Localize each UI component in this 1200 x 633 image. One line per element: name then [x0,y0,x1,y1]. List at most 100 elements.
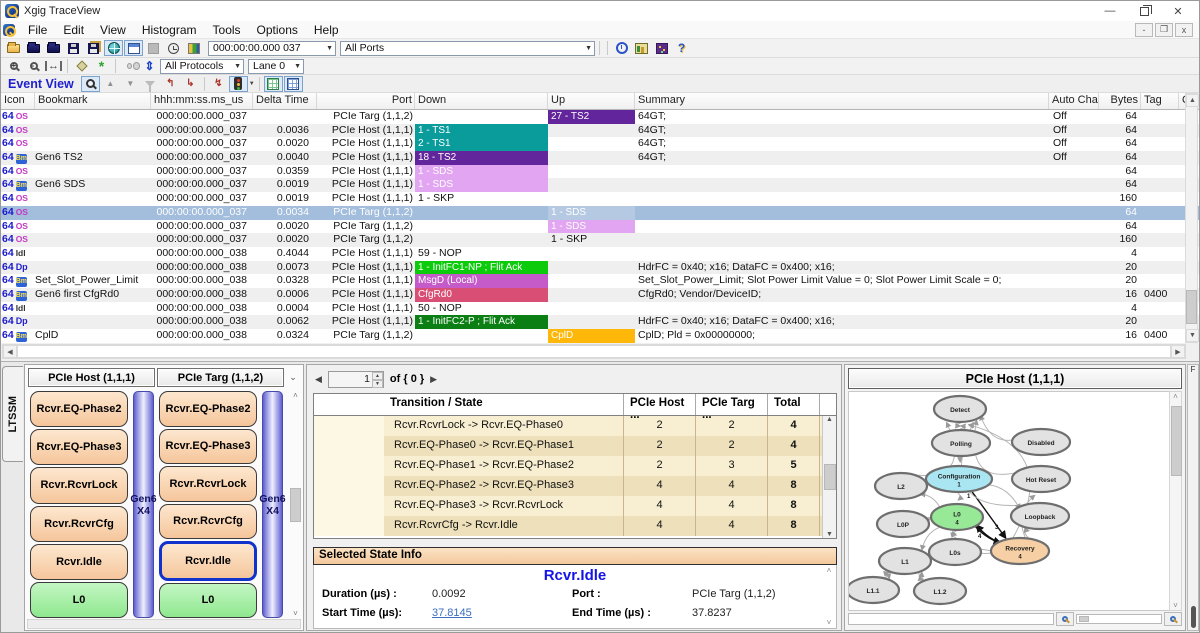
state-node-recovery[interactable]: Recovery4 [991,538,1049,564]
state-box-rcvr-rcvrcfg[interactable]: Rcvr.RcvrCfg [30,506,128,542]
table-row[interactable]: 64OS000:00:00.000_0370.0034PCIe Targ (1,… [1,206,1199,220]
sm-scroll-up-icon[interactable]: ˄ [293,391,298,400]
grid-green-button[interactable] [264,76,283,92]
ltssm-tab[interactable]: LTSSM [2,366,23,462]
nav-spin-down-icon[interactable]: ▼ [372,380,383,388]
zoom-out-button[interactable]: - [24,58,43,74]
column-header-bytes[interactable]: Bytes [1099,93,1141,109]
fit-width-button[interactable]: ↔ [44,58,63,74]
ports-combo[interactable]: All Ports ▼ [340,41,595,56]
diagram-zoom-slider[interactable] [1076,614,1162,624]
state-box-rcvr-rcvrlock[interactable]: Rcvr.RcvrLock [30,467,128,503]
diagram-zoom-thumb[interactable] [1079,616,1089,622]
column-header-summary[interactable]: Summary [635,93,1049,109]
sm-scroll-down-icon[interactable]: ˅ [293,609,298,618]
state-box-rcvr-rcvrlock[interactable]: Rcvr.RcvrLock [159,466,257,502]
jump-down-button[interactable]: ↳ [181,76,200,92]
table-row[interactable]: 64OS000:00:00.000_0370.0020PCIe Host (1,… [1,137,1199,151]
state-node-l0[interactable]: L04 [931,504,983,530]
transition-scroll-down-icon[interactable]: ▼ [826,531,833,538]
diagram-hscrollbar[interactable] [848,611,1182,627]
selinfo-vscrollbar[interactable]: ˄ ˅ [823,566,835,627]
state-node-loopback[interactable]: Loopback [1011,503,1069,529]
table-row[interactable]: 64BmSet_Slot_Power_Limit000:00:00.000_03… [1,274,1199,288]
vscroll-up-button[interactable]: ▲ [1186,94,1199,107]
select-tool-button[interactable] [81,76,100,92]
jump-up-button[interactable]: ↰ [161,76,180,92]
diagram-canvas[interactable]: DetectPollingDisabledConfiguration1Hot R… [848,391,1170,611]
transition-row[interactable]: Rcvr.EQ-Phase3 -> Rcvr.RcvrLock448 [314,496,836,516]
restore-button[interactable] [1127,2,1161,20]
state-node-detect[interactable]: Detect [934,396,986,422]
vscroll-thumb[interactable] [1186,290,1197,324]
transition-row[interactable]: Rcvr.EQ-Phase1 -> Rcvr.EQ-Phase2235 [314,456,836,476]
expand-collapse-button[interactable]: ⇕ [140,58,159,74]
protocols-combo[interactable]: All Protocols ▼ [160,59,244,74]
state-box-rcvr-eq-phase2[interactable]: Rcvr.EQ-Phase2 [30,391,128,427]
state-box-l0[interactable]: L0 [159,583,257,619]
traffic-filter-button[interactable] [229,76,248,92]
table-row[interactable]: 64OS000:00:00.000_0370.0036PCIe Host (1,… [1,124,1199,138]
table-row[interactable]: 64OS000:00:00.000_0370.0020PCIe Targ (1,… [1,220,1199,234]
menu-edit[interactable]: Edit [55,21,92,38]
timer-button[interactable] [164,40,183,56]
sm-header-targ[interactable]: PCIe Targ (1,1,2) [157,368,284,387]
sm-dropdown-chevron-icon[interactable]: ⌄ [286,368,300,387]
table-row[interactable]: 64Dp000:00:00.000_0380.0073PCIe Host (1,… [1,261,1199,275]
goto-event-button[interactable]: ↯ [209,76,228,92]
col-pcie-host[interactable]: PCIe Host ... [624,394,696,415]
save-button[interactable] [64,40,83,56]
diagram-scroll-thumb[interactable] [1171,406,1182,476]
column-header-hhh-mm-ss-ms-us[interactable]: hhh:mm:ss.ms_us [151,93,253,109]
save-as-button[interactable] [84,40,103,56]
col-transition-state[interactable]: Transition / State [384,394,624,415]
traffic-dropdown-icon[interactable]: ▼ [249,81,255,87]
minimize-button[interactable]: — [1093,2,1127,20]
column-header-tag[interactable]: Tag [1141,93,1179,109]
table-row[interactable]: 64OS000:00:00.000_0370.0019PCIe Host (1,… [1,192,1199,206]
table-view-button[interactable] [124,40,143,56]
next-event-button[interactable]: ▼ [121,76,140,92]
sm-hscrollbar[interactable] [27,619,301,629]
sm-scroll-thumb[interactable] [290,488,301,522]
diagram-zoom-in-button[interactable] [1164,612,1182,626]
table-row[interactable]: 64BmCplD000:00:00.000_0380.0324PCIe Targ… [1,329,1199,343]
table-row[interactable]: 64Dp000:00:00.000_0380.0062PCIe Host (1,… [1,315,1199,329]
sm-header-host[interactable]: PCIe Host (1,1,1) [28,368,155,387]
column-header-port[interactable]: Port [317,93,415,109]
zoom-in-button[interactable]: + [4,58,23,74]
nav-next-icon[interactable]: ▶ [430,374,437,385]
col-total[interactable]: Total [768,394,820,415]
column-header-up[interactable]: Up [548,93,635,109]
mdi-minimize-button[interactable]: - [1135,23,1153,37]
close-button[interactable]: ✕ [1161,2,1195,20]
menu-file[interactable]: File [20,21,55,38]
state-box-rcvr-rcvrcfg[interactable]: Rcvr.RcvrCfg [159,504,257,540]
transition-row[interactable]: Rcvr.RcvrCfg -> Rcvr.Idle448 [314,516,836,536]
open-file-button[interactable] [4,40,23,56]
table-row[interactable]: 64OS000:00:00.000_0370.0359PCIe Host (1,… [1,165,1199,179]
state-node-l1-2[interactable]: L1.2 [914,578,966,604]
state-box-rcvr-idle[interactable]: Rcvr.Idle [159,541,257,581]
nav-prev-icon[interactable]: ◀ [315,374,322,385]
menu-histogram[interactable]: Histogram [134,21,205,38]
state-box-rcvr-eq-phase3[interactable]: Rcvr.EQ-Phase3 [159,429,257,465]
column-header-delta-time[interactable]: Delta Time [253,93,317,109]
table-row[interactable]: 64Idl000:00:00.000_0380.4044PCIe Host (1… [1,247,1199,261]
vscroll-down-button[interactable]: ▼ [1186,329,1199,342]
column-header-icon[interactable]: Icon [1,93,35,109]
event-table-hscrollbar[interactable]: ◀ ▶ [2,344,1186,359]
mdi-restore-button[interactable]: ❐ [1155,23,1173,37]
grid-blue-button[interactable] [284,76,303,92]
protocol-button[interactable] [652,40,671,56]
lane-combo[interactable]: Lane 0 ▼ [248,59,304,74]
nav-spinner[interactable]: 1 ▲ ▼ [328,371,384,388]
diagram-scroll-down-icon[interactable]: ˅ [1173,601,1178,610]
help-button[interactable]: ? [672,40,691,56]
event-table-vscrollbar[interactable]: ▲ ▼ [1185,93,1198,343]
diagram-scroll-up-icon[interactable]: ˄ [1173,392,1178,401]
nav-spin-up-icon[interactable]: ▲ [372,372,383,380]
table-row[interactable]: 64OS000:00:00.000_0370.0020PCIe Targ (1,… [1,233,1199,247]
table-row[interactable]: 64BmGen6 first CfgRd0000:00:00.000_0380.… [1,288,1199,302]
sm-vscrollbar[interactable]: ˄ ˅ [289,391,302,618]
